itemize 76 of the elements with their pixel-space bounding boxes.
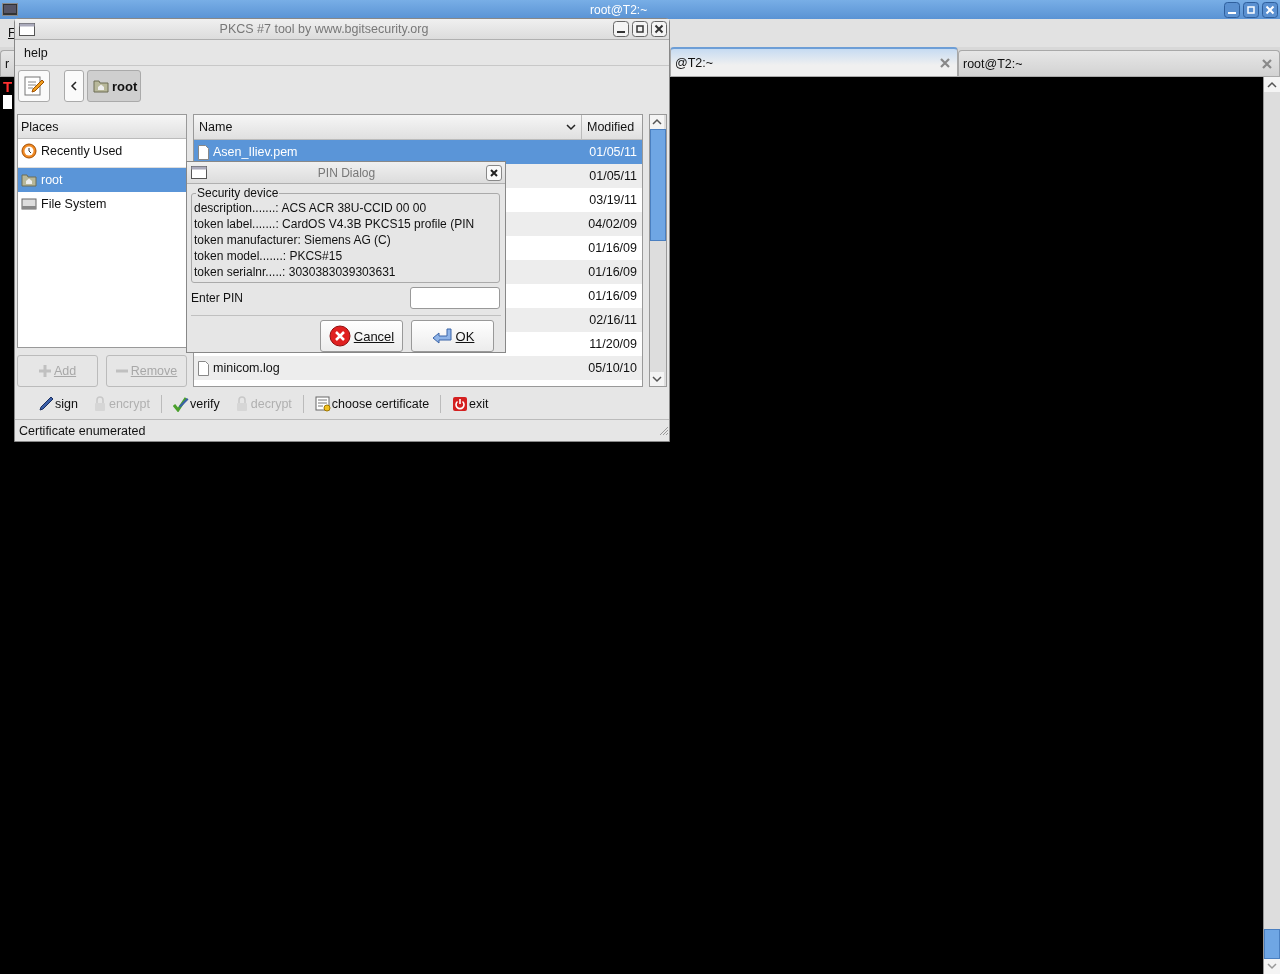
terminal-cursor	[3, 95, 12, 109]
close-button[interactable]	[486, 164, 502, 181]
tab-close-icon[interactable]	[1261, 57, 1273, 70]
plus-icon	[38, 365, 51, 377]
resize-grip-icon[interactable]	[659, 425, 669, 436]
device-info-line: token label.......: CardOS V4.3B PKCS15 profile (PIN	[194, 216, 476, 232]
dialog-title: PIN Dialog	[316, 165, 377, 180]
window-title: PKCS #7 tool by www.bgitsecurity.org	[218, 22, 430, 36]
menu-item[interactable]: help	[24, 45, 48, 60]
tab[interactable]: r	[0, 50, 14, 76]
window-icon	[191, 166, 207, 179]
scroll-down-icon[interactable]	[650, 372, 664, 386]
place-item[interactable]: File System	[18, 192, 186, 216]
device-info-line: token model.......: PKCS#15	[194, 248, 344, 264]
tab-close-icon[interactable]	[939, 56, 951, 69]
place-item[interactable]: Recently Used	[18, 139, 186, 163]
return-arrow-icon	[430, 325, 453, 347]
chevron-left-icon	[70, 81, 78, 91]
group-title: Security device	[196, 186, 280, 200]
file-name: Asen_Iliev.pem	[213, 145, 298, 159]
device-info-line: token manufacturer: Siemens AG (C)	[194, 232, 392, 248]
toolbar-button[interactable]: choose certificate	[311, 396, 433, 412]
close-button[interactable]	[651, 21, 667, 37]
pin-field[interactable]	[410, 287, 500, 309]
file-name: minicom.log	[213, 361, 280, 375]
field-label: Enter PIN	[191, 291, 244, 305]
toolbar-button[interactable]: verify	[169, 396, 223, 412]
x-circle-icon	[328, 325, 351, 347]
tab[interactable]: @T2:~	[670, 47, 958, 76]
maximize-button[interactable]	[632, 21, 648, 37]
date-cell-text: 02/16/11	[588, 313, 638, 327]
minimize-button[interactable]	[1224, 1, 1240, 18]
tab[interactable]: root@T2:~	[958, 50, 1280, 76]
file-row[interactable]: minicom.log 05/10/10	[194, 356, 642, 380]
folder-icon	[21, 172, 37, 188]
drive-icon	[21, 196, 37, 212]
column-header[interactable]: Name	[194, 115, 582, 139]
clock-icon	[21, 143, 37, 159]
file-icon	[198, 360, 209, 376]
date-cell-text: 04/02/09	[587, 217, 638, 231]
caret-icon	[566, 123, 576, 131]
toolbar-button[interactable]: exit	[449, 396, 492, 412]
scroll-up-icon[interactable]	[650, 115, 664, 129]
power-icon	[452, 396, 469, 412]
maximize-button[interactable]	[1243, 1, 1259, 18]
minimize-button[interactable]	[613, 21, 629, 37]
scroll-thumb[interactable]	[1264, 929, 1280, 959]
check-pen-icon	[172, 396, 189, 412]
scrollbar[interactable]	[649, 114, 667, 387]
edit-button[interactable]	[18, 70, 50, 102]
status-text: Certificate enumerated	[19, 423, 146, 438]
date-cell-text: 01/05/11	[588, 169, 638, 183]
path-button[interactable]: root	[87, 70, 142, 102]
folder-icon	[93, 78, 109, 94]
window-icon	[19, 22, 35, 36]
date-cell-text: 05/10/10	[587, 361, 638, 375]
column-header[interactable]: Places	[18, 115, 186, 139]
certificate-icon	[314, 396, 331, 412]
terminal-icon	[2, 3, 18, 16]
scrollbar[interactable]	[1263, 77, 1280, 974]
date-cell-text: 01/16/09	[587, 265, 638, 279]
device-info-line: description.......: ACS ACR 38U-CCID 00 00	[194, 200, 428, 216]
scroll-up-icon[interactable]	[1264, 77, 1280, 92]
column-header[interactable]: Modified	[582, 115, 642, 139]
cancel-button[interactable]: Cancel	[320, 320, 403, 352]
ok-button[interactable]: OK	[411, 320, 494, 352]
scroll-thumb[interactable]	[650, 129, 666, 241]
pen-icon	[38, 396, 54, 412]
back-button[interactable]	[64, 70, 84, 102]
date-cell-text: 01/05/11	[588, 145, 638, 159]
minus-icon	[115, 369, 128, 373]
toolbar-button[interactable]: sign	[35, 396, 81, 412]
window-title: root@T2:~	[590, 2, 649, 17]
close-button[interactable]	[1262, 1, 1278, 18]
close-icon	[490, 168, 498, 177]
device-info-line: token serialnr.....: 3030383039303631	[194, 264, 397, 280]
